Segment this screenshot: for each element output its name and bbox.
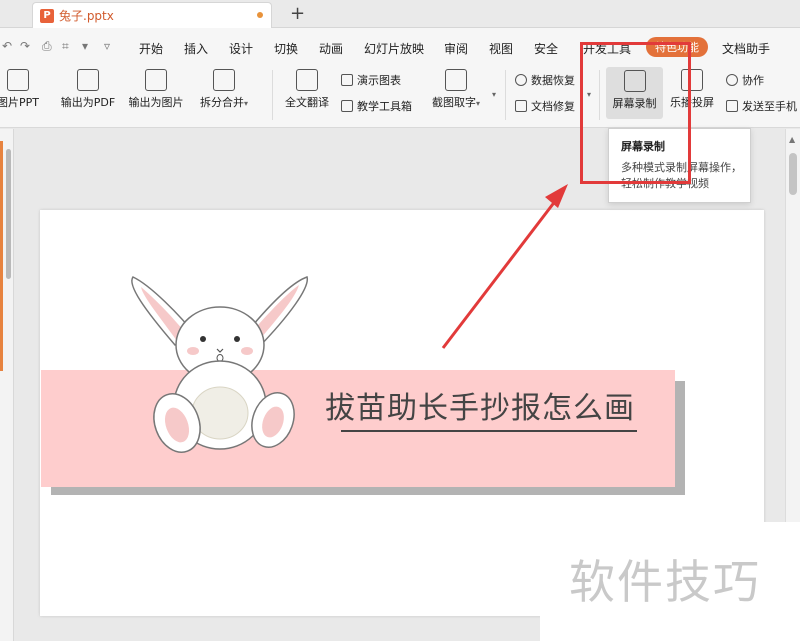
split-merge-icon — [213, 69, 235, 91]
ribbon-more-caret-icon[interactable]: ▾ — [492, 90, 496, 99]
menu-doc-assistant[interactable]: 文档助手 — [722, 40, 770, 57]
document-tab-title: 兔子.pptx — [59, 9, 114, 23]
annotation-highlight-box — [580, 42, 691, 184]
thumbnail-scrollbar[interactable] — [6, 149, 11, 279]
customize-icon[interactable]: ▿ — [104, 39, 110, 53]
split-merge-caret-icon: ▾ — [243, 99, 248, 108]
image-ppt-label: 图片PPT — [0, 96, 39, 109]
ribbon-separator — [272, 70, 273, 120]
menu-review[interactable]: 审阅 — [444, 40, 468, 57]
screenshot-text-label: 截图取字▾ — [424, 94, 488, 110]
demo-chart-button[interactable]: 演示图表 — [341, 72, 401, 88]
pptx-file-icon: P — [40, 8, 54, 23]
image-icon — [145, 69, 167, 91]
demo-chart-label: 演示图表 — [357, 74, 401, 87]
export-image-label: 输出为图片 — [128, 96, 184, 109]
screenshot-text-icon — [445, 69, 467, 91]
doc-repair-icon — [515, 100, 527, 112]
translate-icon — [296, 69, 318, 91]
split-merge-label: 拆分合并▾ — [192, 94, 256, 110]
export-pdf-button[interactable]: 输出为PDF — [56, 64, 120, 110]
send-to-phone-icon — [726, 100, 738, 112]
send-to-phone-label: 发送至手机 — [742, 100, 797, 113]
menu-security[interactable]: 安全 — [534, 40, 558, 57]
title-tab-bar: P 兔子.pptx + — [0, 0, 800, 28]
menu-home[interactable]: 开始 — [139, 40, 163, 57]
format-painter-icon[interactable]: ⌗ — [62, 39, 69, 54]
menu-slideshow[interactable]: 幻灯片放映 — [364, 40, 424, 57]
menu-insert[interactable]: 插入 — [184, 40, 208, 57]
full-translate-label: 全文翻译 — [285, 96, 329, 109]
screenshot-text-button[interactable]: 截图取字▾ — [424, 64, 488, 110]
doc-repair-button[interactable]: 文档修复 — [515, 98, 575, 114]
collaborate-icon — [726, 74, 738, 86]
send-to-phone-button[interactable]: 发送至手机 — [726, 98, 797, 114]
screenshot-text-caret-icon: ▾ — [475, 99, 480, 108]
image-ppt-icon — [7, 69, 29, 91]
export-image-button[interactable]: 输出为图片 — [124, 64, 188, 110]
teaching-toolbox-label: 教学工具箱 — [357, 100, 412, 113]
export-pdf-label: 输出为PDF — [60, 96, 116, 109]
collaborate-label: 协作 — [742, 74, 764, 87]
rabbit-illustration — [131, 276, 308, 453]
slide-title[interactable]: 拔苗助长手抄报怎么画 — [325, 383, 635, 427]
menu-transitions[interactable]: 切换 — [274, 40, 298, 57]
menu-animations[interactable]: 动画 — [319, 40, 343, 57]
split-merge-text: 拆分合并 — [199, 96, 244, 109]
image-ppt-button[interactable]: 图片PPT — [0, 64, 50, 110]
doc-repair-label: 文档修复 — [531, 100, 575, 113]
split-merge-button[interactable]: 拆分合并▾ — [192, 64, 256, 110]
slide-thumbnail-panel[interactable] — [0, 129, 14, 641]
undo-icon[interactable]: ↶ — [2, 39, 12, 53]
scrollbar-thumb[interactable] — [789, 153, 797, 195]
selected-thumbnail-indicator — [0, 141, 3, 371]
pdf-icon — [77, 69, 99, 91]
qa-dropdown-icon[interactable]: ▾ — [82, 39, 88, 53]
title-underline — [341, 430, 637, 432]
demo-chart-icon — [341, 74, 353, 86]
collaborate-button[interactable]: 协作 — [726, 72, 764, 88]
watermark-text: 软件技巧 — [569, 555, 761, 609]
data-recovery-label: 数据恢复 — [531, 74, 575, 87]
data-recovery-button[interactable]: 数据恢复 — [515, 72, 575, 88]
ribbon-separator — [505, 70, 506, 120]
unsaved-indicator-icon — [257, 12, 263, 18]
print-icon[interactable]: ⎙ — [42, 39, 52, 54]
screenshot-text-text: 截图取字 — [431, 96, 476, 109]
full-translate-button[interactable]: 全文翻译 — [282, 64, 332, 110]
data-recovery-icon — [515, 74, 527, 86]
new-tab-plus-icon[interactable]: + — [290, 3, 305, 24]
teaching-toolbox-button[interactable]: 教学工具箱 — [341, 98, 412, 114]
menu-view[interactable]: 视图 — [489, 40, 513, 57]
teaching-toolbox-icon — [341, 100, 353, 112]
redo-icon[interactable]: ↷ — [20, 39, 30, 53]
menu-design[interactable]: 设计 — [229, 40, 253, 57]
document-tab[interactable]: P 兔子.pptx — [32, 2, 272, 28]
scroll-up-icon[interactable]: ▲ — [789, 135, 795, 144]
